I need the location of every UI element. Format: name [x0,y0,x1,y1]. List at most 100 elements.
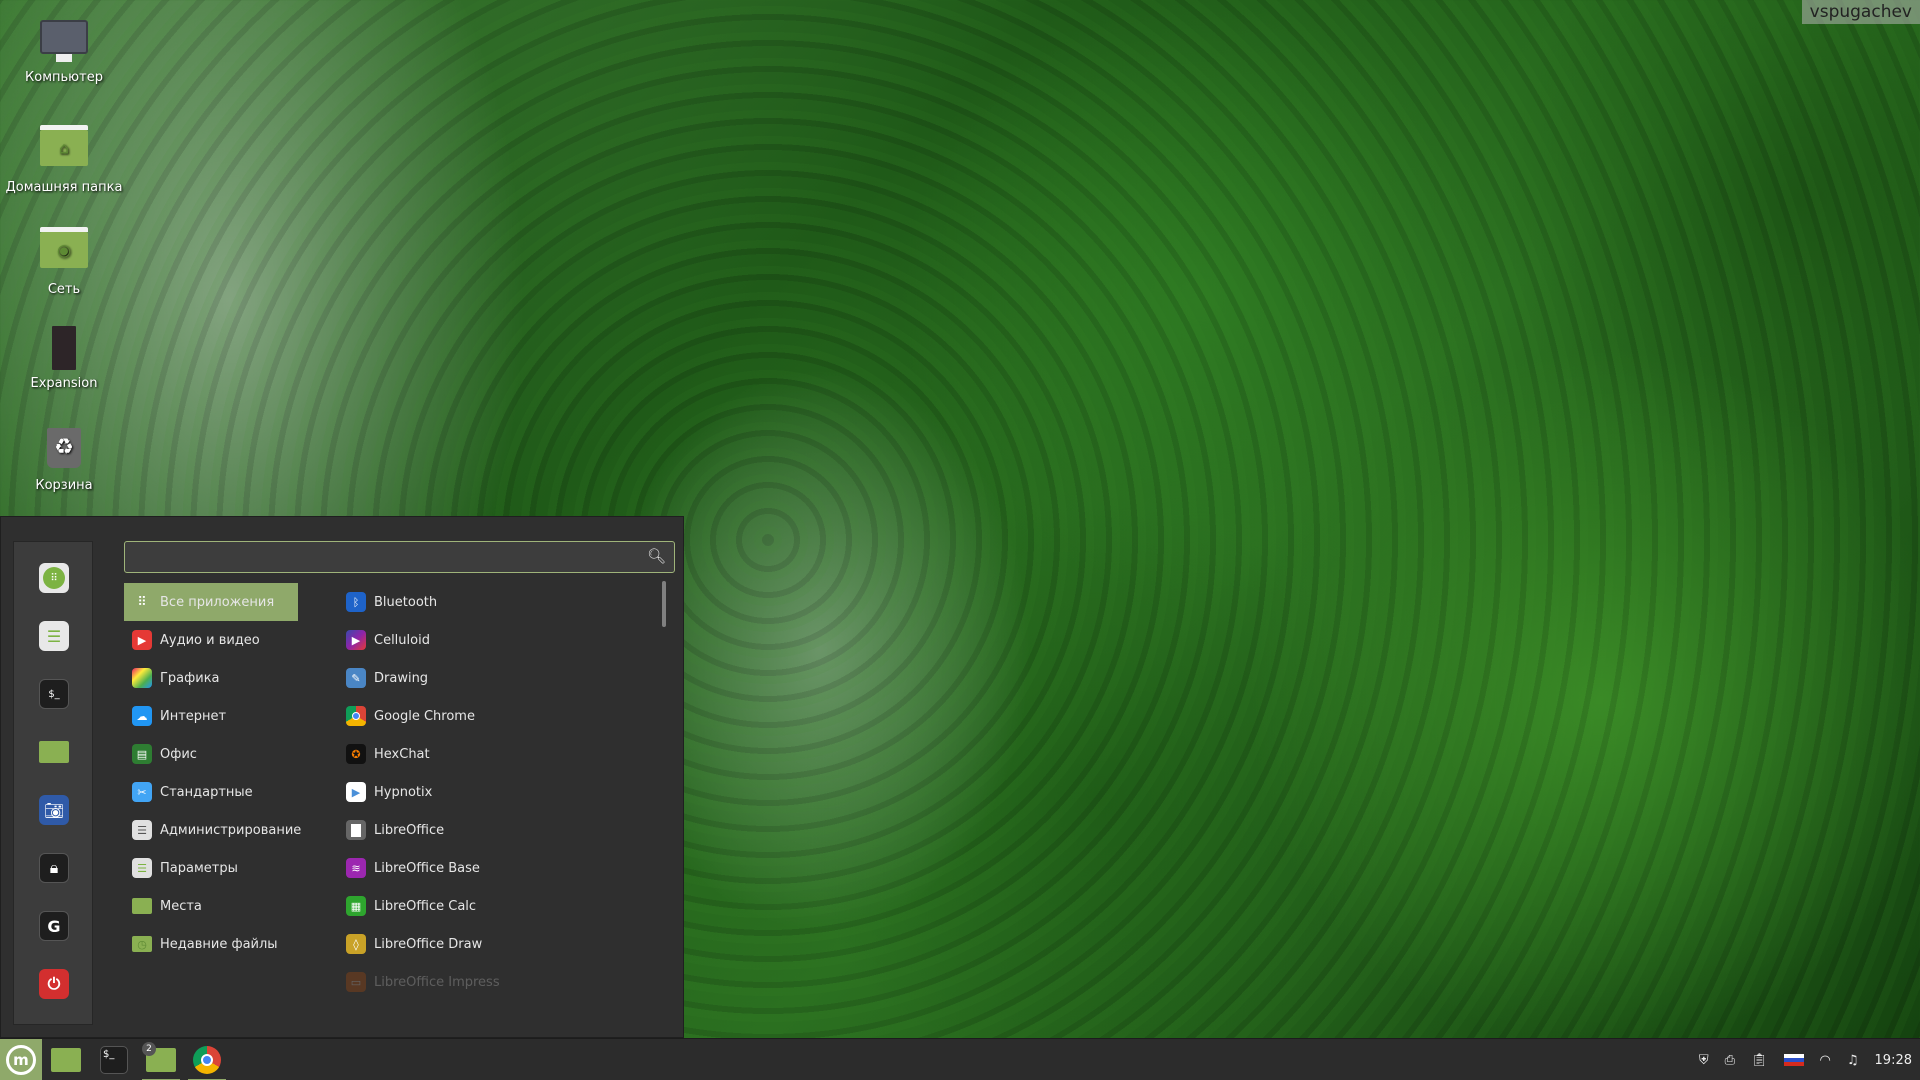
libreoffice-base-icon: ≋ [346,858,366,878]
category-list: ⠿ Все приложения ▶ Аудио и видео Графика ☁… [124,583,301,963]
chrome-icon [346,706,366,726]
libreoffice-calc-icon: ▦ [346,896,366,916]
desktop-icon-label: Домашняя папка [5,180,123,195]
app-google-chrome[interactable]: Google Chrome [346,697,656,735]
mint-logo-icon: m [6,1045,36,1075]
terminal-button[interactable]: $_ [39,679,69,709]
files-button[interactable] [39,741,69,763]
clock[interactable]: 19:28 [1875,1053,1912,1068]
lock-icon: 🔒︎ [49,858,59,877]
grid-icon: ⠿ [43,567,65,589]
category-preferences[interactable]: ☰ Параметры [124,849,298,887]
search-icon[interactable]: 🔍︎ [647,547,666,565]
wifi-icon[interactable]: ◠ [1820,1053,1831,1068]
office-icon: ▤ [132,744,152,764]
hexchat-icon: ✪ [346,744,366,764]
bluetooth-icon: ᛒ [346,592,366,612]
window-count-badge: 2 [142,1042,156,1056]
system-settings-button[interactable]: ☰ [39,621,69,651]
drawing-icon: ✎ [346,668,366,688]
shield-icon[interactable]: ⛨ [1699,1053,1709,1068]
menu-search[interactable]: 🔍︎ [124,541,675,573]
logout-button[interactable]: G [39,911,69,941]
desktop-icon-label: Сеть [47,282,81,297]
chrome-icon [193,1046,221,1074]
terminal-launcher[interactable]: $_ [92,1039,136,1080]
shutdown-button[interactable]: ⏻ [39,969,69,999]
app-celluloid[interactable]: ▶ Celluloid [346,621,656,659]
start-menu: ⠿ ☰ $_ 📷︎ 🔒︎ G ⏻ 🔍︎ ⠿ Все приложения ▶ Ауд… [0,516,684,1038]
app-hexchat[interactable]: ✪ HexChat [346,735,656,773]
category-multimedia[interactable]: ▶ Аудио и видео [124,621,298,659]
toggle-icon: ☰ [46,626,62,646]
camera-icon: 📷︎ [43,800,65,820]
celluloid-icon: ▶ [346,630,366,650]
desktop-icon-label: Expansion [30,376,98,391]
preferences-icon: ☰ [132,858,152,878]
app-list: ᛒ Bluetooth ▶ Celluloid ✎ Drawing Google Ch… [346,583,656,1001]
desktop-icon-computer[interactable]: Компьютер [0,20,128,85]
menu-sidebar: ⠿ ☰ $_ 📷︎ 🔒︎ G ⏻ [13,541,93,1025]
terminal-icon: $_ [48,688,60,700]
desktop-icon-network[interactable]: ◉ Сеть [0,224,128,297]
multimedia-icon: ▶ [132,630,152,650]
category-internet[interactable]: ☁ Интернет [124,697,298,735]
app-libreoffice[interactable]: LibreOffice [346,811,656,849]
screenshot-button[interactable]: 📷︎ [39,795,69,825]
app-libreoffice-calc[interactable]: ▦ LibreOffice Calc [346,887,656,925]
category-graphics[interactable]: Графика [124,659,298,697]
terminal-icon: $_ [100,1046,128,1074]
desktop-icon-label: Компьютер [25,70,103,85]
software-manager-button[interactable]: ⠿ [39,563,69,593]
watermark: vspugachev [1801,0,1920,24]
files-window-button[interactable]: 2 [138,1039,184,1080]
graphics-icon [132,668,152,688]
chrome-window-button[interactable] [184,1039,230,1080]
show-desktop-button[interactable] [44,1039,88,1080]
accessories-icon: ✂ [132,782,152,802]
app-libreoffice-base[interactable]: ≋ LibreOffice Base [346,849,656,887]
printer-icon[interactable]: ⎙ [1725,1053,1735,1068]
trash-icon: ♻ [40,428,88,472]
category-office[interactable]: ▤ Офис [124,735,298,773]
computer-icon [40,20,88,64]
recent-files-icon: ◷ [132,936,152,952]
app-bluetooth[interactable]: ᛒ Bluetooth [346,583,656,621]
sound-icon[interactable]: ♫ [1847,1053,1859,1068]
libreoffice-icon [346,820,366,840]
home-folder-icon: ⌂ [40,125,88,174]
keyboard-layout-flag-icon[interactable] [1783,1054,1804,1066]
administration-icon: ☰ [132,820,152,840]
logout-icon: G [47,916,61,936]
app-drawing[interactable]: ✎ Drawing [346,659,656,697]
desktop-icon-expansion[interactable]: Expansion [0,326,128,391]
libreoffice-draw-icon: ◊ [346,934,366,954]
desktop-icon-label: Корзина [35,478,93,493]
desktop-icon-trash[interactable]: ♻ Корзина [0,428,128,493]
system-tray: ⛨ ⎙ 📋︎ ◠ ♫ 19:28 [1699,1039,1912,1080]
desktop-icon-home[interactable]: ⌂ Домашняя папка [0,122,128,195]
desktop-icon [51,1048,81,1072]
power-icon: ⏻ [47,974,61,993]
network-folder-icon: ◉ [40,227,88,276]
search-input[interactable] [133,546,633,568]
category-accessories[interactable]: ✂ Стандартные [124,773,298,811]
app-hypnotix[interactable]: ▶ Hypnotix [346,773,656,811]
clipboard-icon[interactable]: 📋︎ [1751,1053,1768,1068]
app-libreoffice-draw[interactable]: ◊ LibreOffice Draw [346,925,656,963]
menu-button[interactable]: m [0,1039,42,1080]
taskbar: m $_ 2 ⛨ ⎙ 📋︎ ◠ ♫ 19:28 [0,1038,1920,1080]
lock-screen-button[interactable]: 🔒︎ [39,853,69,883]
places-icon [132,898,152,914]
app-libreoffice-impress[interactable]: ▭ LibreOffice Impress [346,963,656,1001]
category-all-apps[interactable]: ⠿ Все приложения [124,583,298,621]
libreoffice-impress-icon: ▭ [346,972,366,992]
internet-icon: ☁ [132,706,152,726]
category-administration[interactable]: ☰ Администрирование [124,811,301,849]
all-apps-icon: ⠿ [137,594,147,610]
category-places[interactable]: Места [124,887,298,925]
hypnotix-icon: ▶ [346,782,366,802]
category-recent-files[interactable]: ◷ Недавние файлы [124,925,298,963]
drive-icon [40,326,88,370]
app-list-scrollbar[interactable] [662,581,666,627]
